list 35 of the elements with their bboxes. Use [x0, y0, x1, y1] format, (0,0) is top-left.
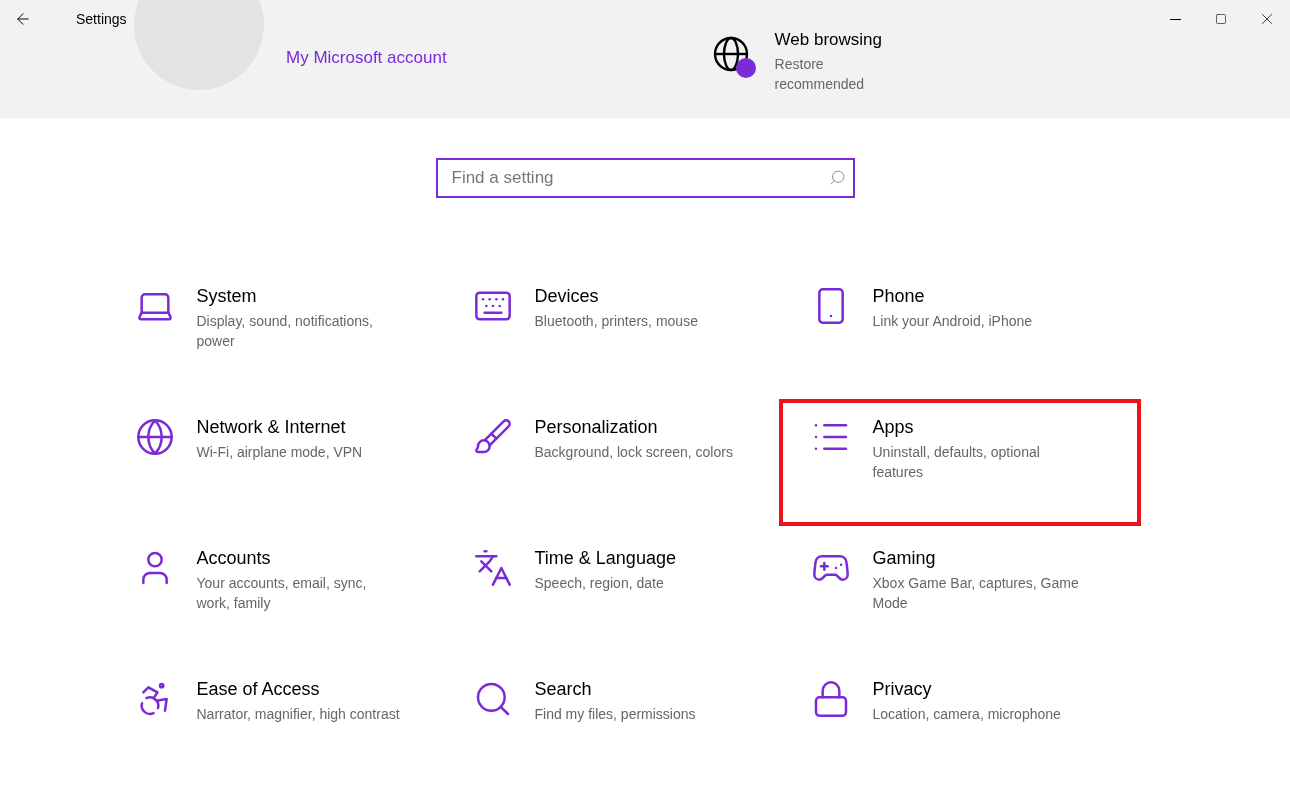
category-description: Narrator, magnifier, high contrast — [196, 705, 401, 724]
backup-title: Web browsing — [774, 30, 883, 50]
category-description: Link your Android, iPhone — [872, 312, 1034, 331]
minimize-icon — [1169, 18, 1181, 20]
category-description: Display, sound, notifications, power — [196, 312, 374, 351]
window-title: Settings — [76, 11, 127, 27]
category-tile[interactable]: Apps Uninstall, defaults, optional features — [778, 399, 1141, 526]
language-icon[interactable] — [472, 548, 513, 588]
search-icon — [828, 169, 846, 186]
category-title[interactable]: System — [196, 286, 404, 307]
category-description: Background, lock screen, colors — [534, 443, 734, 462]
category-description: Speech, region, date — [534, 574, 665, 593]
category-title[interactable]: Phone — [872, 286, 1080, 307]
category-description: Find my files, permissions — [534, 705, 697, 724]
category-description: Location, camera, microphone — [872, 705, 1062, 724]
backup-subtitle: Restore recommended — [774, 55, 866, 94]
category-title[interactable]: Ease of Access — [196, 679, 404, 700]
category-title[interactable]: Personalization — [534, 417, 742, 438]
category-title[interactable]: Gaming — [872, 548, 1080, 569]
maximize-icon — [1215, 13, 1227, 25]
category-title[interactable]: Network & Internet — [196, 417, 404, 438]
category-description: Uninstall, defaults, optional features — [872, 443, 1041, 482]
category-description: Xbox Game Bar, captures, Game Mode — [872, 574, 1080, 613]
category-description: Wi-Fi, airplane mode, VPN — [196, 443, 364, 462]
category-title[interactable]: Time & Language — [534, 548, 742, 569]
category-title[interactable]: Privacy — [872, 679, 1080, 700]
category-description: Bluetooth, printers, mouse — [534, 312, 699, 331]
category-title[interactable]: Search — [534, 679, 742, 700]
category-description: Your accounts, email, sync, work, family — [196, 574, 368, 613]
search-field[interactable]: Find a setting — [435, 158, 855, 198]
category-title[interactable]: Apps — [872, 417, 1080, 438]
globe-icon[interactable] — [134, 417, 175, 457]
account-link[interactable]: My Microsoft account — [286, 48, 447, 118]
category-title[interactable]: Accounts — [196, 548, 404, 569]
category-title[interactable]: Devices — [534, 286, 742, 307]
